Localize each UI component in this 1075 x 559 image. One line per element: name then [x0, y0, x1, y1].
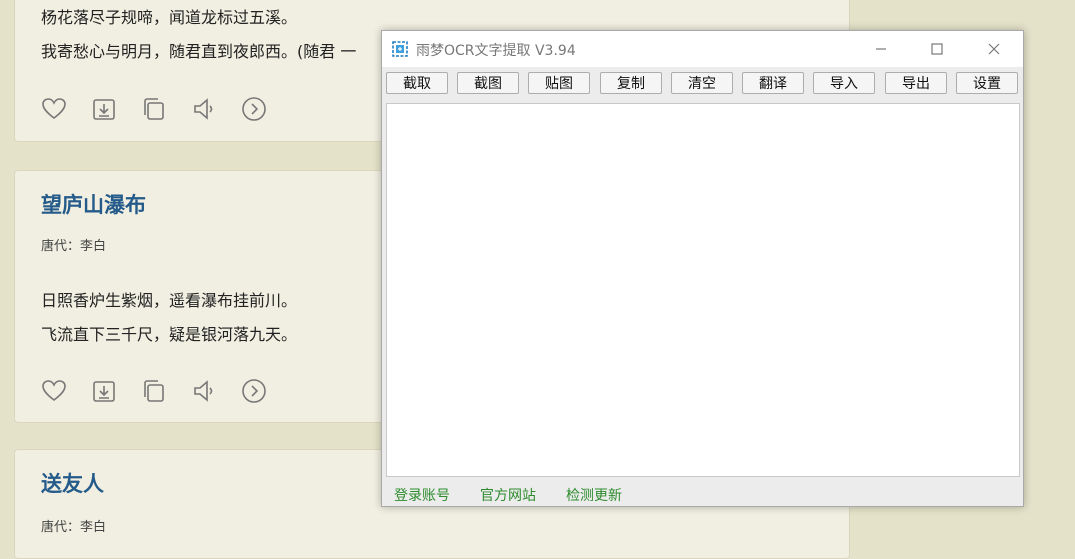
screenshot-button[interactable]: 截图	[457, 72, 519, 94]
pin-image-button[interactable]: 贴图	[528, 72, 590, 94]
poem-line: 飞流直下三千尺，疑是银河落九天。	[41, 325, 298, 344]
poem-actions	[41, 378, 267, 404]
maximize-button[interactable]	[909, 31, 965, 67]
close-icon	[988, 43, 1000, 55]
ocr-toolbar: 截取 截图 贴图 复制 清空 翻译 导入 导出 设置	[386, 72, 1022, 96]
poem-line: 我寄愁心与明月，随君直到夜郎西。(随君 一	[41, 42, 357, 61]
poem-line: 杨花落尽子规啼，闻道龙标过五溪。	[41, 8, 298, 27]
close-button[interactable]	[966, 31, 1022, 67]
check-update-link[interactable]: 检测更新	[566, 485, 622, 505]
export-button[interactable]: 导出	[885, 72, 947, 94]
speaker-icon[interactable]	[191, 96, 217, 122]
poem-title[interactable]: 望庐山瀑布	[41, 189, 146, 219]
maximize-icon	[931, 43, 943, 55]
poem-actions	[41, 96, 267, 122]
ocr-result-textarea[interactable]	[386, 103, 1020, 477]
heart-icon[interactable]	[41, 378, 67, 404]
arrow-right-circle-icon[interactable]	[241, 378, 267, 404]
official-site-link[interactable]: 官方网站	[480, 485, 536, 505]
window-title: 雨梦OCR文字提取 V3.94	[416, 43, 576, 59]
heart-icon[interactable]	[41, 96, 67, 122]
arrow-right-circle-icon[interactable]	[241, 96, 267, 122]
poem-author[interactable]: 唐代：李白	[41, 235, 106, 254]
copy-icon[interactable]	[141, 96, 167, 122]
poem-line: 日照香炉生紫烟，遥看瀑布挂前川。	[41, 291, 298, 310]
window-titlebar[interactable]: 雨梦OCR文字提取 V3.94	[382, 31, 1023, 67]
copy-button[interactable]: 复制	[600, 72, 662, 94]
app-icon	[392, 41, 408, 57]
settings-button[interactable]: 设置	[956, 72, 1018, 94]
speaker-icon[interactable]	[191, 378, 217, 404]
translate-button[interactable]: 翻译	[742, 72, 804, 94]
poem-author[interactable]: 唐代：李白	[41, 516, 106, 535]
capture-button[interactable]: 截取	[386, 72, 448, 94]
clear-button[interactable]: 清空	[671, 72, 733, 94]
download-icon[interactable]	[91, 96, 117, 122]
minimize-button[interactable]	[853, 31, 909, 67]
minimize-icon	[876, 48, 886, 50]
import-button[interactable]: 导入	[813, 72, 875, 94]
login-link[interactable]: 登录账号	[394, 485, 450, 505]
ocr-window: 雨梦OCR文字提取 V3.94 截取 截图 贴图 复制 清空 翻译 导入 导出 …	[381, 30, 1024, 507]
copy-icon[interactable]	[141, 378, 167, 404]
poem-title[interactable]: 送友人	[41, 468, 104, 498]
download-icon[interactable]	[91, 378, 117, 404]
